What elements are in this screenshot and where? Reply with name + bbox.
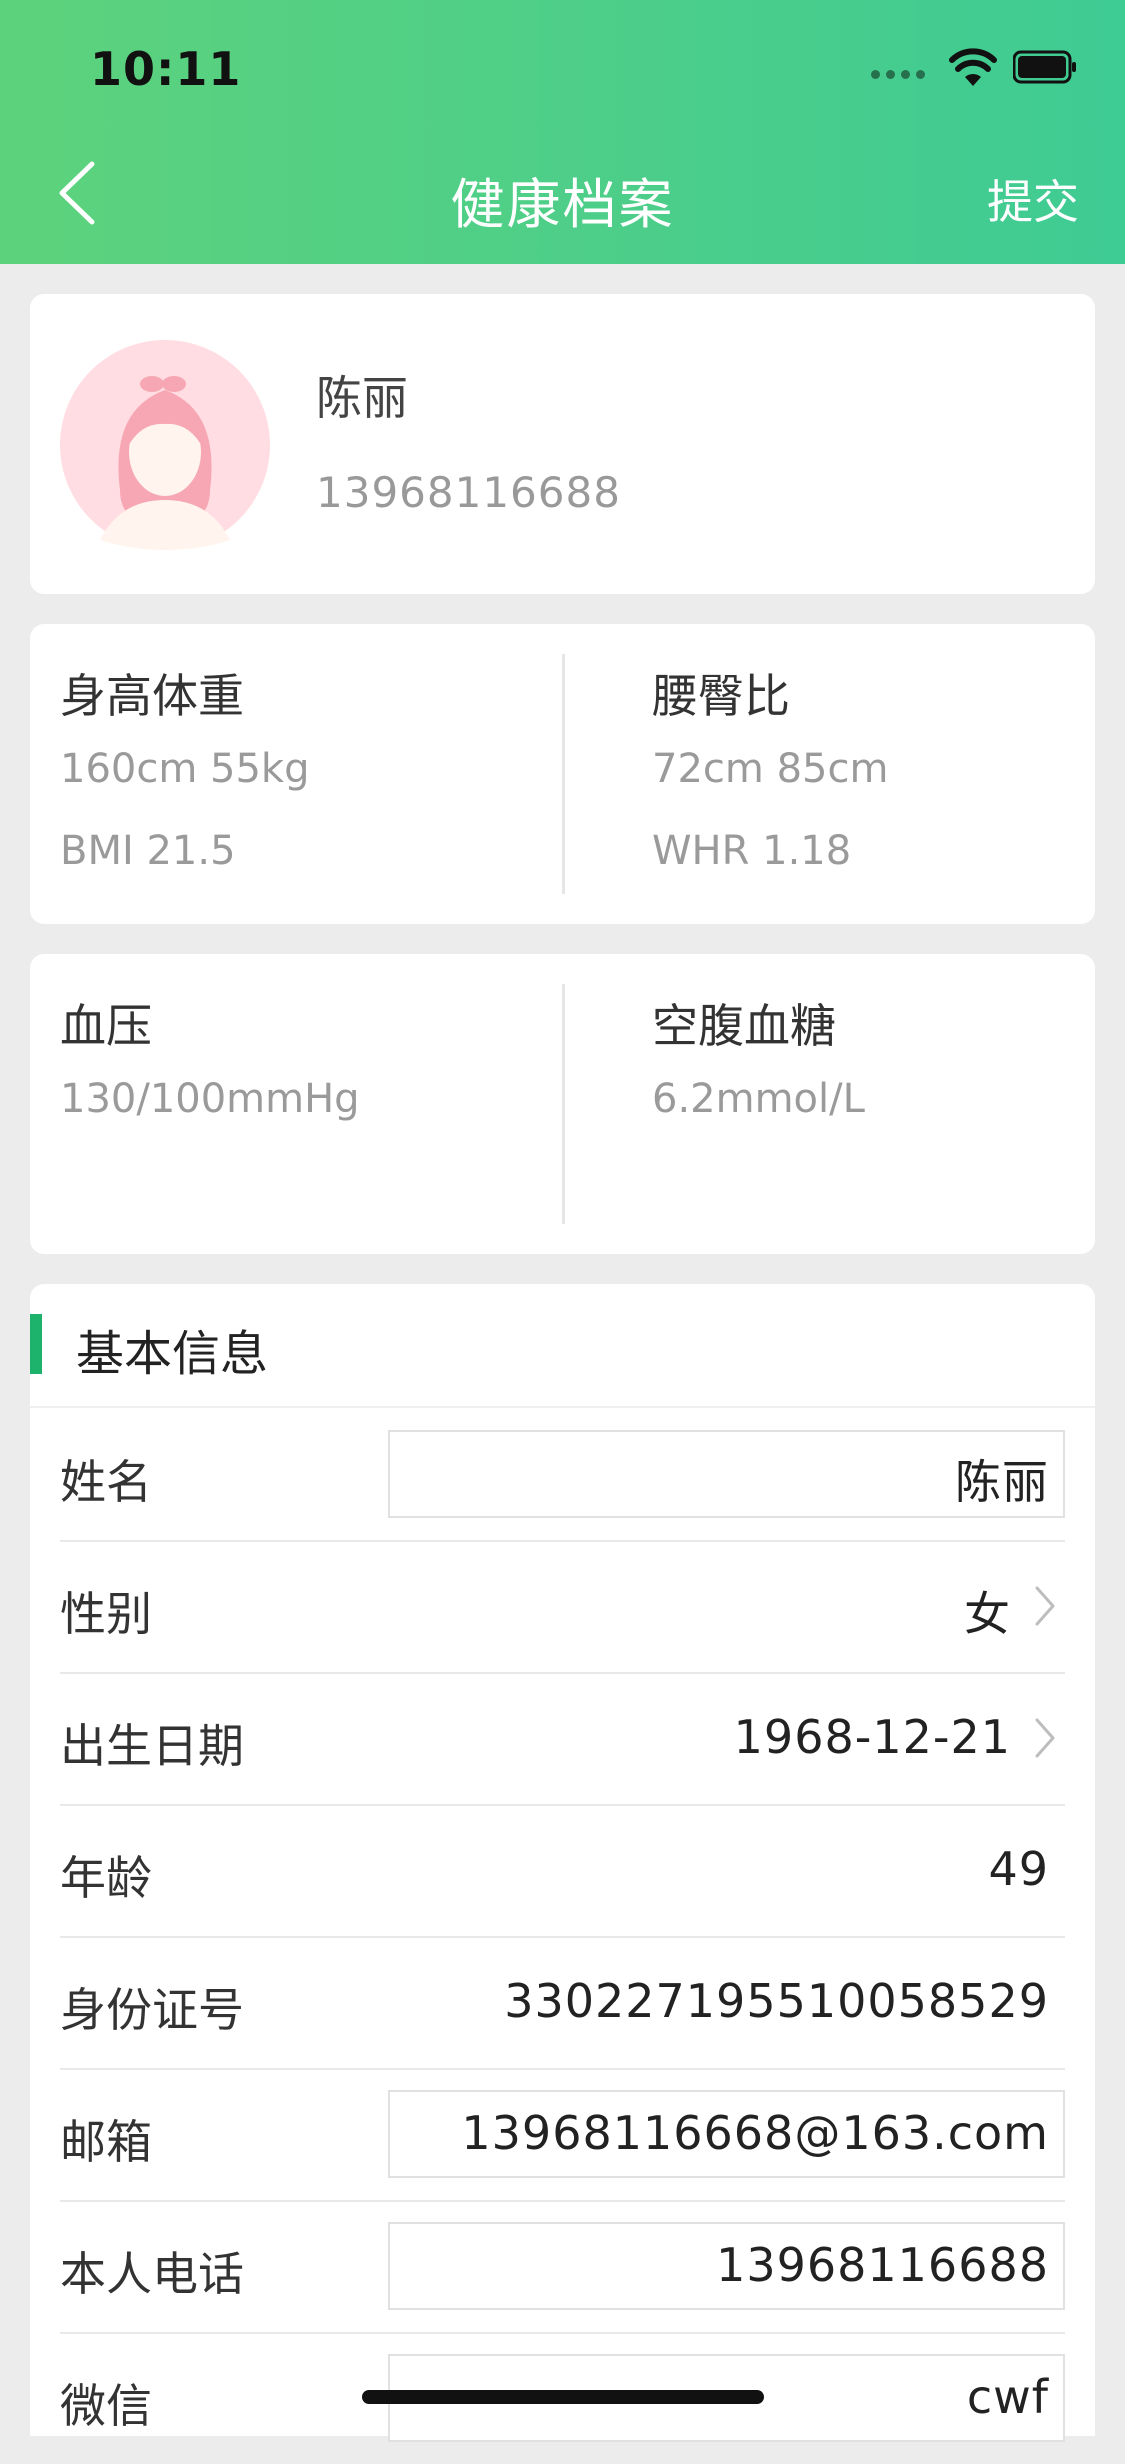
metric-title: 空腹血糖 <box>652 999 836 1053</box>
metric-value: 6.2mmol/L <box>652 1076 865 1122</box>
metric-value: 160cm 55kg <box>60 746 310 792</box>
status-time: 10:11 <box>90 42 242 96</box>
birth-date-value: 1968-12-21 <box>733 1710 1011 1764</box>
profile-phone: 13968116688 <box>316 468 621 517</box>
metric-fasting-glucose[interactable]: 空腹血糖 6.2mmol/L <box>562 954 1082 1254</box>
chevron-right-icon <box>1035 1586 1055 1626</box>
section-title: 基本信息 <box>76 1326 269 1382</box>
profile-name: 陈丽 <box>316 371 408 425</box>
app-header: 10:11 健康档案 提交 <box>0 0 1125 264</box>
row-phone: 本人电话 13968116688 <box>60 2200 1065 2334</box>
row-id-number: 身份证号 330227195510058529 <box>60 1936 1065 2070</box>
metric-value: BMI 21.5 <box>60 828 236 874</box>
metric-waist-hip[interactable]: 腰臀比 72cm 85cm WHR 1.18 <box>562 624 1082 924</box>
section-header: 基本信息 <box>30 1284 1095 1408</box>
row-email: 邮箱 13968116668@163.com <box>60 2068 1065 2202</box>
id-number-value: 330227195510058529 <box>504 1974 1049 2028</box>
input-value: cwf <box>966 2370 1049 2424</box>
metric-height-weight[interactable]: 身高体重 160cm 55kg BMI 21.5 <box>30 624 550 924</box>
metric-title: 腰臀比 <box>652 669 790 723</box>
metric-title: 血压 <box>60 999 152 1053</box>
wifi-icon <box>949 48 997 86</box>
metric-blood-pressure[interactable]: 血压 130/100mmHg <box>30 954 550 1254</box>
age-value: 49 <box>988 1842 1049 1896</box>
metric-value: 130/100mmHg <box>60 1076 360 1122</box>
row-label: 年龄 <box>60 1851 152 1905</box>
row-label: 微信 <box>60 2379 152 2433</box>
chevron-right-icon <box>1035 1718 1055 1758</box>
row-label: 出生日期 <box>60 1719 244 1773</box>
gender-value: 女 <box>964 1587 1011 1641</box>
input-value: 13968116668@163.com <box>461 2106 1049 2160</box>
metric-value: WHR 1.18 <box>652 828 852 874</box>
phone-field[interactable]: 13968116688 <box>388 2222 1065 2310</box>
row-label: 性别 <box>60 1587 152 1641</box>
row-age: 年龄 49 <box>60 1804 1065 1938</box>
row-label: 邮箱 <box>60 2115 152 2169</box>
row-label: 姓名 <box>60 1455 152 1509</box>
name-input[interactable]: 陈丽 <box>388 1430 1065 1518</box>
metrics-card-vitals: 血压 130/100mmHg 空腹血糖 6.2mmol/L <box>30 954 1095 1254</box>
status-icons <box>871 48 1081 88</box>
battery-icon <box>1013 50 1076 84</box>
row-label: 身份证号 <box>60 1983 244 2037</box>
female-avatar-icon <box>60 340 270 550</box>
basic-info-card: 基本信息 姓名 陈丽 性别 女 出生日期 1968-12-21 年龄 49 身份… <box>30 1284 1095 2442</box>
page-title: 健康档案 <box>450 173 675 236</box>
row-name: 姓名 陈丽 <box>60 1408 1065 1542</box>
email-field[interactable]: 13968116668@163.com <box>388 2090 1065 2178</box>
metrics-card-body: 身高体重 160cm 55kg BMI 21.5 腰臀比 72cm 85cm W… <box>30 624 1095 924</box>
home-indicator <box>362 2390 764 2404</box>
row-gender[interactable]: 性别 女 <box>60 1540 1065 1674</box>
accent-bar <box>30 1314 42 1374</box>
input-value: 陈丽 <box>955 1455 1049 1509</box>
row-label: 本人电话 <box>60 2247 244 2301</box>
profile-card: 陈丽 13968116688 <box>30 294 1095 594</box>
metric-value: 72cm 85cm <box>652 746 889 792</box>
input-value: 13968116688 <box>716 2238 1049 2292</box>
row-birth-date[interactable]: 出生日期 1968-12-21 <box>60 1672 1065 1806</box>
signal-icon <box>871 70 927 80</box>
metric-title: 身高体重 <box>60 669 244 723</box>
submit-button[interactable]: 提交 <box>987 166 1079 232</box>
